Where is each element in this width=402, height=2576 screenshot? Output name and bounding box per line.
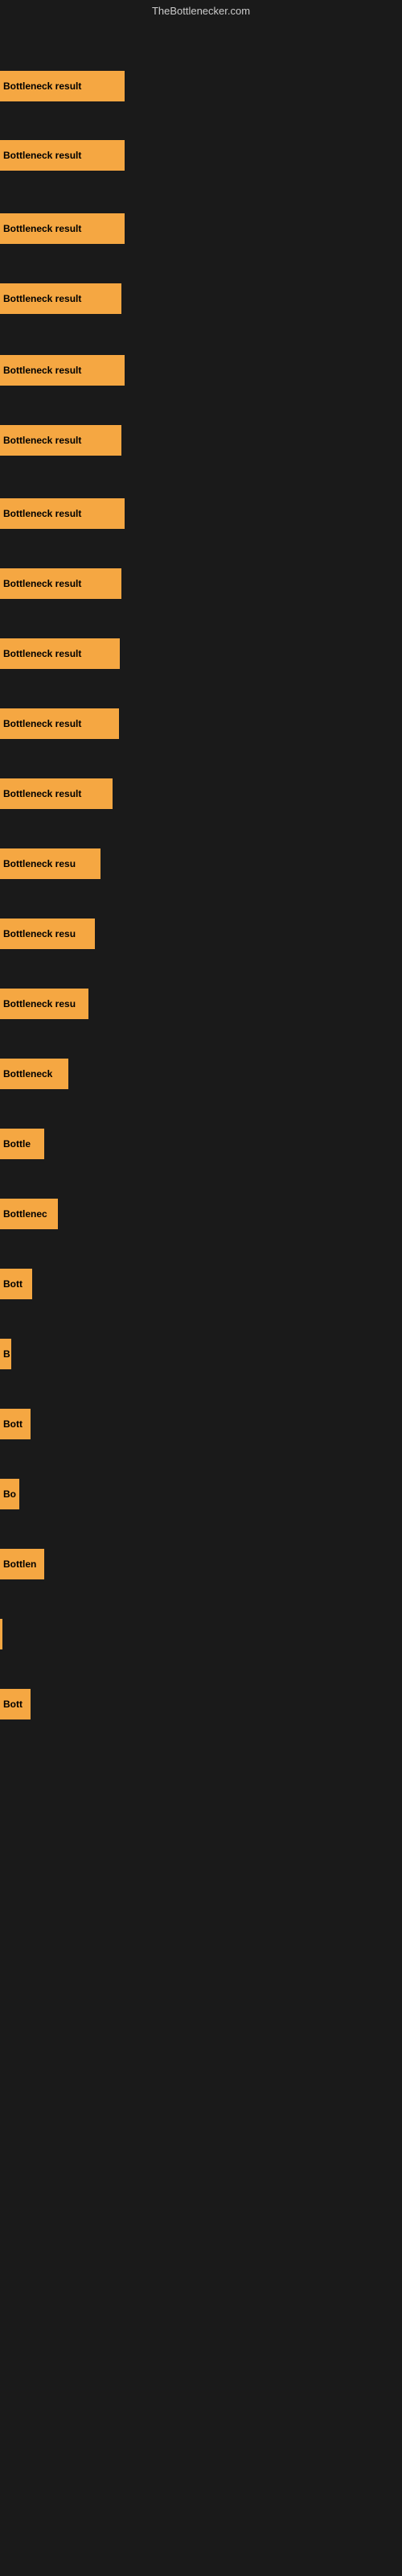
bar-13: Bottleneck resu bbox=[0, 919, 95, 949]
bar-2: Bottleneck result bbox=[0, 140, 125, 171]
bar-19: B bbox=[0, 1339, 11, 1369]
bar-label-11: Bottleneck result bbox=[3, 788, 81, 799]
bar-3: Bottleneck result bbox=[0, 213, 125, 244]
bar-row-4: Bottleneck result bbox=[0, 264, 402, 333]
bar-label-8: Bottleneck result bbox=[3, 578, 81, 589]
bar-row-23 bbox=[0, 1600, 402, 1669]
bar-label-1: Bottleneck result bbox=[3, 80, 81, 92]
bar-row-3: Bottleneck result bbox=[0, 194, 402, 263]
bar-15: Bottleneck bbox=[0, 1059, 68, 1089]
bar-24: Bott bbox=[0, 1689, 31, 1719]
bar-1: Bottleneck result bbox=[0, 71, 125, 101]
bar-row-10: Bottleneck result bbox=[0, 689, 402, 758]
bar-line-23 bbox=[0, 1619, 2, 1649]
bar-5: Bottleneck result bbox=[0, 355, 125, 386]
bar-label-4: Bottleneck result bbox=[3, 293, 81, 304]
bar-row-5: Bottleneck result bbox=[0, 336, 402, 405]
bar-20: Bott bbox=[0, 1409, 31, 1439]
bar-label-7: Bottleneck result bbox=[3, 508, 81, 519]
bar-row-21: Bo bbox=[0, 1459, 402, 1529]
bar-row-14: Bottleneck resu bbox=[0, 969, 402, 1038]
bar-row-18: Bott bbox=[0, 1249, 402, 1319]
bar-label-21: Bo bbox=[3, 1488, 16, 1500]
bar-row-13: Bottleneck resu bbox=[0, 899, 402, 968]
bar-17: Bottlenec bbox=[0, 1199, 58, 1229]
site-title: TheBottlenecker.com bbox=[0, 0, 402, 22]
bar-21: Bo bbox=[0, 1479, 19, 1509]
bar-row-2: Bottleneck result bbox=[0, 121, 402, 190]
bar-row-20: Bott bbox=[0, 1389, 402, 1459]
bar-9: Bottleneck result bbox=[0, 638, 120, 669]
bar-11: Bottleneck result bbox=[0, 778, 113, 809]
bar-row-19: B bbox=[0, 1319, 402, 1389]
bar-row-15: Bottleneck bbox=[0, 1039, 402, 1108]
bar-10: Bottleneck result bbox=[0, 708, 119, 739]
bar-label-2: Bottleneck result bbox=[3, 150, 81, 161]
bar-14: Bottleneck resu bbox=[0, 989, 88, 1019]
bar-label-16: Bottle bbox=[3, 1138, 31, 1150]
bar-label-15: Bottleneck bbox=[3, 1068, 52, 1080]
bar-label-20: Bott bbox=[3, 1418, 23, 1430]
bar-7: Bottleneck result bbox=[0, 498, 125, 529]
bar-18: Bott bbox=[0, 1269, 32, 1299]
bar-row-24: Bott bbox=[0, 1670, 402, 1739]
bar-label-13: Bottleneck resu bbox=[3, 928, 76, 939]
bar-row-8: Bottleneck result bbox=[0, 549, 402, 618]
bar-label-3: Bottleneck result bbox=[3, 223, 81, 234]
bar-row-6: Bottleneck result bbox=[0, 406, 402, 475]
bar-label-24: Bott bbox=[3, 1699, 23, 1710]
bar-4: Bottleneck result bbox=[0, 283, 121, 314]
bar-8: Bottleneck result bbox=[0, 568, 121, 599]
bar-label-17: Bottlenec bbox=[3, 1208, 47, 1220]
bar-label-12: Bottleneck resu bbox=[3, 858, 76, 869]
bar-label-5: Bottleneck result bbox=[3, 365, 81, 376]
bar-12: Bottleneck resu bbox=[0, 848, 100, 879]
bar-row-9: Bottleneck result bbox=[0, 619, 402, 688]
bar-label-6: Bottleneck result bbox=[3, 435, 81, 446]
bar-22: Bottlen bbox=[0, 1549, 44, 1579]
bar-row-12: Bottleneck resu bbox=[0, 829, 402, 898]
bar-label-18: Bott bbox=[3, 1278, 23, 1290]
bar-row-16: Bottle bbox=[0, 1109, 402, 1179]
bar-row-22: Bottlen bbox=[0, 1530, 402, 1599]
bar-6: Bottleneck result bbox=[0, 425, 121, 456]
bar-label-19: B bbox=[3, 1348, 10, 1360]
bar-label-9: Bottleneck result bbox=[3, 648, 81, 659]
bar-row-7: Bottleneck result bbox=[0, 479, 402, 548]
bar-label-10: Bottleneck result bbox=[3, 718, 81, 729]
bar-label-14: Bottleneck resu bbox=[3, 998, 76, 1009]
bar-16: Bottle bbox=[0, 1129, 44, 1159]
bar-row-1: Bottleneck result bbox=[0, 52, 402, 121]
bar-row-17: Bottlenec bbox=[0, 1179, 402, 1249]
bar-row-11: Bottleneck result bbox=[0, 759, 402, 828]
bar-label-22: Bottlen bbox=[3, 1558, 36, 1570]
